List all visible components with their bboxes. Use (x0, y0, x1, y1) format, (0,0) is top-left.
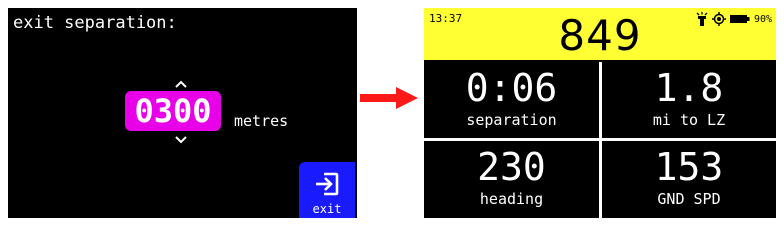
flashlight-icon (696, 12, 708, 26)
gps-icon (711, 12, 726, 26)
distance-to-lz-label: mi to LZ (652, 111, 726, 129)
separation-cell: 0:06 separation (424, 62, 599, 138)
ground-speed-label: GND SPD (657, 190, 721, 208)
distance-to-lz-value: 1.8 (654, 66, 724, 110)
dashboard-screen: 13:37 849 90% 0:06 separation 1.8 mi to … (424, 8, 776, 218)
horizontal-divider (424, 138, 776, 141)
exit-separation-screen: exit separation: 0300 metres exit (8, 8, 357, 218)
decrease-chevron-icon[interactable] (173, 135, 189, 145)
heading-value: 230 (477, 145, 546, 189)
separation-time-value: 0:06 (465, 66, 558, 110)
distance-to-lz-cell: 1.8 mi to LZ (602, 62, 776, 138)
exit-icon (316, 172, 339, 196)
separation-value-field[interactable]: 0300 (125, 91, 221, 131)
status-bar: 90% (696, 12, 772, 26)
ground-speed-cell: 153 GND SPD (602, 141, 776, 218)
screen-title: exit separation: (13, 13, 177, 33)
exit-button[interactable]: exit (299, 162, 355, 218)
separation-value: 0300 (134, 92, 212, 130)
increase-chevron-icon[interactable] (173, 79, 189, 89)
heading-cell: 230 heading (424, 141, 599, 218)
heading-label: heading (479, 190, 544, 208)
battery-icon (729, 15, 750, 23)
separation-label: separation (466, 111, 557, 129)
exit-button-label: exit (312, 202, 342, 216)
unit-label: metres (234, 112, 289, 130)
ground-speed-value: 153 (654, 145, 724, 189)
altitude-header: 13:37 849 90% (424, 8, 776, 60)
battery-percentage: 90% (753, 13, 772, 25)
stats-grid: 0:06 separation 1.8 mi to LZ 230 heading… (424, 62, 776, 218)
transition-arrow-icon (360, 87, 418, 109)
